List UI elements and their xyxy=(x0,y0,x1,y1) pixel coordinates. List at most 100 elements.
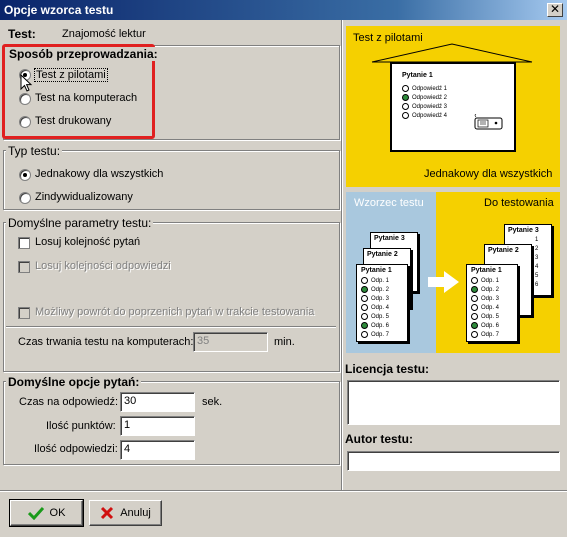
answer-dot xyxy=(361,295,368,302)
back-number: 3 xyxy=(535,255,539,261)
ok-button[interactable]: OK xyxy=(9,499,84,527)
time-input[interactable]: 30 xyxy=(120,392,195,412)
author-field[interactable] xyxy=(347,451,560,471)
back-number: 5 xyxy=(535,273,539,279)
card-answer-label: Odp. 6 xyxy=(371,322,390,329)
card-answer: Odp. 4 xyxy=(471,303,517,312)
card-answer: Odp. 6 xyxy=(361,321,407,330)
cross-icon xyxy=(101,506,114,520)
answer-dot xyxy=(471,295,478,302)
slide-question: Pytanie 1 xyxy=(402,72,433,79)
type-label-same[interactable]: Jednakowy dla wszystkich xyxy=(35,168,163,180)
card-answer-label: Odp. 2 xyxy=(371,286,390,293)
slide-answers: Odpowiedź 1 Odpowiedź 2 Odpowiedź 3 Odpo… xyxy=(402,84,447,120)
card-answer-label: Odp. 2 xyxy=(481,286,500,293)
card-answer-label: Odp. 3 xyxy=(481,295,500,302)
card-question: Pytanie 2 xyxy=(367,251,398,258)
testing-card-1: Pytanie 1 Odp. 1 Odp. 2 Odp. 3 Odp. 4 Od… xyxy=(466,264,518,342)
preview-distribution: Wzorzec testu Do testowania Pytanie 3 Py… xyxy=(346,192,560,353)
card-answer: Odp. 2 xyxy=(471,285,517,294)
slide-answer: Odpowiedź 2 xyxy=(402,93,447,102)
card-answer: Odp. 1 xyxy=(471,276,517,285)
question-options-title: Domyślne opcje pytań: xyxy=(6,375,142,389)
back-number: 6 xyxy=(535,282,539,288)
card-answers: Odp. 1 Odp. 2 Odp. 3 Odp. 4 Odp. 5 Odp. … xyxy=(467,276,517,339)
slide-answer-label: Odpowiedź 1 xyxy=(412,85,448,92)
mode-radio-printed[interactable] xyxy=(19,116,31,128)
back-number: 4 xyxy=(535,264,539,270)
answer-dot xyxy=(361,313,368,320)
type-radio-same[interactable] xyxy=(19,169,31,181)
license-label: Licencja testu: xyxy=(345,362,430,376)
points-input[interactable]: 1 xyxy=(120,416,195,436)
time-unit: sek. xyxy=(202,396,223,408)
time-label: Czas na odpowiedź: xyxy=(19,396,119,408)
duration-input[interactable]: 35 xyxy=(193,332,268,352)
shuffle-questions-label[interactable]: Losuj kolejność pytań xyxy=(35,236,140,248)
slide-answer-label: Odpowiedź 2 xyxy=(412,94,448,101)
duration-label: Czas trwania testu na komputerach: xyxy=(18,336,194,348)
answers-label: Ilość odpowiedzi: xyxy=(34,443,118,455)
answer-dot xyxy=(361,277,368,284)
answer-dot xyxy=(402,85,409,92)
answer-dot xyxy=(471,313,478,320)
duration-unit: min. xyxy=(274,336,295,348)
card-answer: Odp. 7 xyxy=(361,330,407,339)
type-radio-individual[interactable] xyxy=(19,192,31,204)
allow-back-checkbox[interactable] xyxy=(18,307,30,319)
shuffle-answers-checkbox[interactable] xyxy=(18,261,30,273)
answers-input[interactable]: 4 xyxy=(120,440,195,460)
type-label-individual[interactable]: Zindywidualizowany xyxy=(35,191,133,203)
answer-dot-correct xyxy=(471,322,478,329)
license-field[interactable] xyxy=(347,380,560,425)
card-answer-label: Odp. 4 xyxy=(481,304,500,311)
answer-dot xyxy=(471,277,478,284)
card-answer: Odp. 5 xyxy=(361,312,407,321)
card-answer: Odp. 7 xyxy=(471,330,517,339)
slide-answer-label: Odpowiedź 3 xyxy=(412,103,448,110)
answer-dot xyxy=(402,112,409,119)
card-question: Pytanie 3 xyxy=(374,235,405,242)
card-answer: Odp. 5 xyxy=(471,312,517,321)
card-answers: Odp. 1 Odp. 2 Odp. 3 Odp. 4 Odp. 5 Odp. … xyxy=(357,276,407,339)
slide-answer: Odpowiedź 4 xyxy=(402,111,447,120)
card-answer-label: Odp. 3 xyxy=(371,295,390,302)
shuffle-answers-label: Losuj kolejności odpowiedzi xyxy=(35,260,171,272)
params-title: Domyślne parametry testu: xyxy=(6,216,154,230)
mouse-cursor-icon xyxy=(20,74,33,92)
back-number: 2 xyxy=(535,246,539,252)
mode-radio-computers[interactable] xyxy=(19,93,31,105)
answer-dot-correct xyxy=(361,322,368,329)
card-answer: Odp. 3 xyxy=(471,294,517,303)
answer-dot xyxy=(471,304,478,311)
type-title: Typ testu: xyxy=(6,144,63,158)
slide-answer: Odpowiedź 1 xyxy=(402,84,447,93)
answer-dot-correct xyxy=(471,286,478,293)
cancel-label: Anuluj xyxy=(120,507,151,519)
mode-label-printed[interactable]: Test drukowany xyxy=(35,115,111,127)
projector-screen: Pytanie 1 Odpowiedź 1 Odpowiedź 2 Odpowi… xyxy=(390,62,516,152)
mode-label-computers[interactable]: Test na komputerach xyxy=(35,92,137,104)
card-answer-label: Odp. 1 xyxy=(481,277,500,284)
test-label: Test: xyxy=(8,27,36,41)
ok-label: OK xyxy=(49,507,66,519)
card-answer-label: Odp. 1 xyxy=(371,277,390,284)
mode-title: Sposób przeprowadzania: xyxy=(7,47,160,61)
card-answer-label: Odp. 7 xyxy=(481,331,500,338)
shuffle-questions-checkbox[interactable] xyxy=(18,237,30,249)
card-answer-label: Odp. 5 xyxy=(481,313,500,320)
mode-label-pilots[interactable]: Test z pilotami xyxy=(34,68,108,82)
slide-answer-label: Odpowiedź 4 xyxy=(412,112,448,119)
close-button[interactable]: ✕ xyxy=(547,3,563,17)
column-divider xyxy=(341,20,343,490)
cancel-button[interactable]: Anuluj xyxy=(89,500,162,526)
card-question: Pytanie 1 xyxy=(471,267,502,274)
answer-dot-correct xyxy=(402,94,409,101)
card-answer: Odp. 6 xyxy=(471,321,517,330)
answer-dot xyxy=(402,103,409,110)
title-bar: Opcje wzorca testu xyxy=(0,0,567,20)
window-title: Opcje wzorca testu xyxy=(4,3,114,17)
screen-roof-icon xyxy=(371,43,533,63)
card-answer: Odp. 1 xyxy=(361,276,407,285)
template-title: Wzorzec testu xyxy=(354,197,424,209)
